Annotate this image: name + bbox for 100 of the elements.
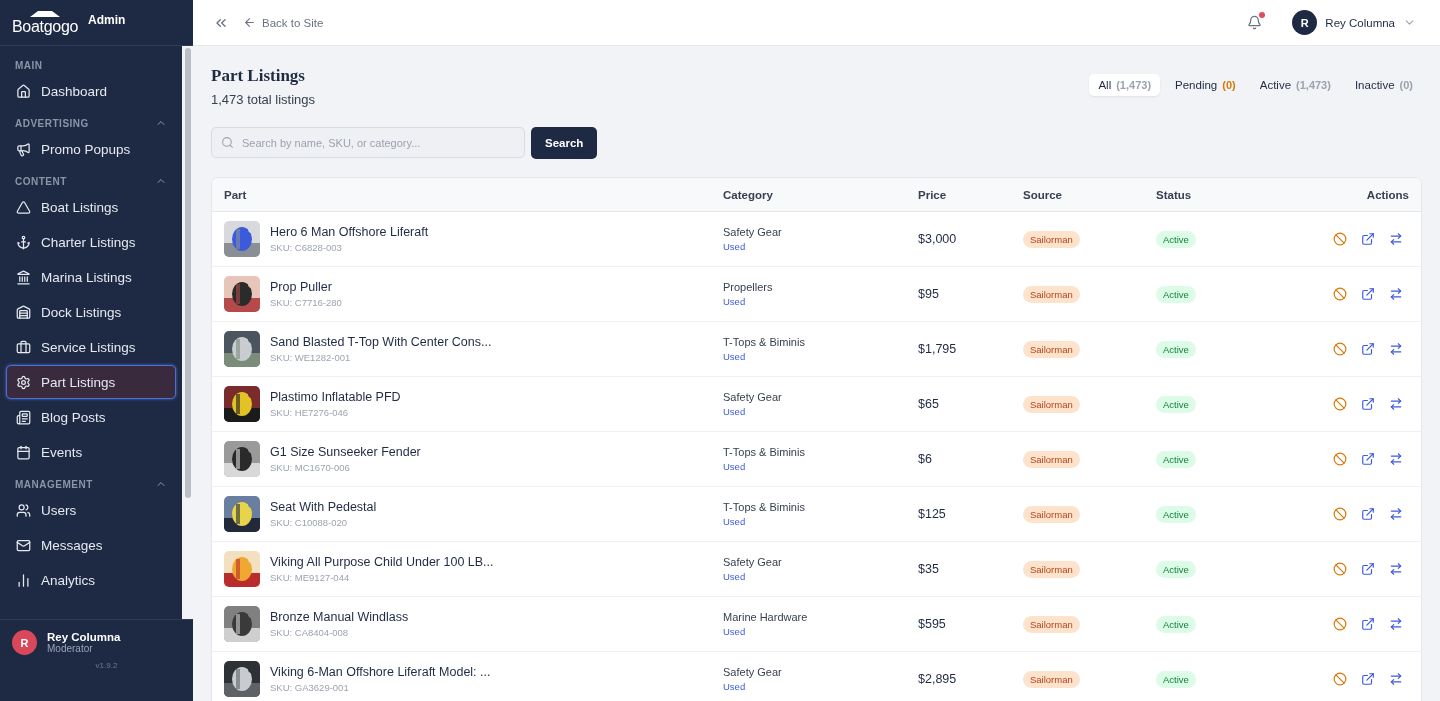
deactivate-icon[interactable] (1333, 397, 1347, 411)
user-role: Moderator (47, 643, 94, 654)
filter-tab[interactable]: Inactive (0) (1345, 74, 1422, 96)
house-icon (16, 83, 31, 99)
sidebar-item[interactable]: Part Listings (6, 365, 176, 399)
external-link-icon[interactable] (1361, 672, 1375, 686)
deactivate-icon[interactable] (1333, 617, 1347, 631)
swap-icon[interactable] (1389, 562, 1403, 576)
condition-link[interactable]: Used (723, 681, 918, 692)
sku-text: SKU: GA3629-001 (270, 682, 350, 693)
condition-link[interactable]: Used (723, 626, 918, 637)
tab-count: (1,473) (1296, 79, 1331, 91)
section-title: CONTENT (15, 175, 67, 187)
back-link[interactable]: Back to Site (243, 16, 324, 29)
source-badge: Sailorman (1023, 395, 1080, 413)
part-name[interactable]: Viking 6-Man Offshore Liferaft Model: ... (270, 665, 491, 679)
category-text: T-Tops & Biminis (723, 501, 806, 513)
category-text: Safety Gear (723, 226, 783, 238)
part-name[interactable]: G1 Size Sunseeker Fender (270, 445, 421, 459)
sidebar-item[interactable]: Promo Popups (6, 132, 176, 166)
swap-icon[interactable] (1389, 397, 1403, 411)
deactivate-icon[interactable] (1333, 287, 1347, 301)
deactivate-icon[interactable] (1333, 342, 1347, 356)
external-link-icon[interactable] (1361, 507, 1375, 521)
condition-link[interactable]: Used (723, 571, 918, 582)
part-name[interactable]: Bronze Manual Windlass (270, 610, 409, 624)
sidebar-item-label: Users (41, 502, 77, 518)
tab-count: (0) (1222, 79, 1236, 91)
sidebar-item-label: Analytics (41, 572, 96, 588)
price-text: $6 (918, 452, 933, 466)
external-link-icon[interactable] (1361, 287, 1375, 301)
external-link-icon[interactable] (1361, 562, 1375, 576)
page-title: Part Listings (211, 66, 306, 86)
bell-icon[interactable] (1247, 15, 1263, 30)
swap-icon[interactable] (1389, 617, 1403, 631)
deactivate-icon[interactable] (1333, 507, 1347, 521)
sidebar-item[interactable]: Marina Listings (6, 260, 176, 294)
sidebar-item[interactable]: Blog Posts (6, 400, 176, 434)
sidebar-item[interactable]: Charter Listings (6, 225, 176, 259)
external-link-icon[interactable] (1361, 617, 1375, 631)
filter-tab[interactable]: Active (1,473) (1250, 74, 1340, 96)
sidebar-item[interactable]: Service Listings (6, 330, 176, 364)
scrollbar[interactable] (182, 46, 193, 619)
user-menu[interactable]: R Rey Columna (1292, 10, 1416, 35)
swap-icon[interactable] (1389, 342, 1403, 356)
deactivate-icon[interactable] (1333, 562, 1347, 576)
deactivate-icon[interactable] (1333, 452, 1347, 466)
deactivate-icon[interactable] (1333, 232, 1347, 246)
sidebar-item[interactable]: Dashboard (6, 74, 176, 108)
sidebar-item[interactable]: Events (6, 435, 176, 469)
sidebar-item[interactable]: Messages (6, 528, 176, 562)
price-text: $595 (918, 617, 947, 631)
sku-text: SKU: C7716-280 (270, 297, 342, 308)
external-link-icon[interactable] (1361, 397, 1375, 411)
condition-link[interactable]: Used (723, 516, 918, 527)
status-badge: Active (1156, 285, 1196, 303)
sidebar-item-label: Marina Listings (41, 269, 132, 285)
tab-label: Inactive (1354, 79, 1395, 91)
swap-icon[interactable] (1389, 452, 1403, 466)
external-link-icon[interactable] (1361, 452, 1375, 466)
sidebar-item-label: Boat Listings (41, 199, 119, 215)
filter-tab[interactable]: All (1,473) (1089, 74, 1161, 96)
part-name[interactable]: Hero 6 Man Offshore Liferaft (270, 225, 429, 239)
swap-icon[interactable] (1389, 507, 1403, 521)
condition-link[interactable]: Used (723, 461, 918, 472)
condition-link[interactable]: Used (723, 406, 918, 417)
source-badge: Sailorman (1023, 505, 1080, 523)
part-name[interactable]: Viking All Purpose Child Under 100 LB... (270, 555, 494, 569)
status-badge: Active (1156, 230, 1196, 248)
sidebar-item[interactable]: Boat Listings (6, 190, 176, 224)
source-badge: Sailorman (1023, 230, 1080, 248)
tab-label: Pending (1175, 79, 1218, 91)
tab-count: (0) (1399, 79, 1413, 91)
sidebar-item[interactable]: Users (6, 493, 176, 527)
user-name: Rey Columna (47, 631, 121, 643)
condition-link[interactable]: Used (723, 296, 918, 307)
condition-link[interactable]: Used (723, 351, 918, 362)
part-name[interactable]: Sand Blasted T-Top With Center Cons... (270, 335, 492, 349)
part-name[interactable]: Prop Puller (270, 280, 342, 294)
condition-link[interactable]: Used (723, 241, 918, 252)
arrow-left-icon (243, 16, 256, 29)
sidebar-item-label: Events (41, 444, 83, 460)
search-field[interactable]: Search by name, SKU, or category... (211, 127, 525, 158)
filter-tab[interactable]: Pending (0) (1166, 74, 1245, 96)
source-badge: Sailorman (1023, 285, 1080, 303)
sidebar-item-label: Part Listings (41, 374, 116, 390)
source-badge: Sailorman (1023, 450, 1080, 468)
swap-icon[interactable] (1389, 287, 1403, 301)
external-link-icon[interactable] (1361, 232, 1375, 246)
external-link-icon[interactable] (1361, 342, 1375, 356)
sidebar-item[interactable]: Dock Listings (6, 295, 176, 329)
swap-icon[interactable] (1389, 232, 1403, 246)
deactivate-icon[interactable] (1333, 672, 1347, 686)
part-name[interactable]: Seat With Pedestal (270, 500, 377, 514)
newspaper-icon (16, 409, 31, 425)
logo[interactable]: Boatgogo (12, 18, 79, 36)
part-name[interactable]: Plastimo Inflatable PFD (270, 390, 401, 404)
swap-icon[interactable] (1389, 672, 1403, 686)
search-button[interactable]: Search (531, 127, 598, 159)
sidebar-item[interactable]: Analytics (6, 563, 176, 597)
